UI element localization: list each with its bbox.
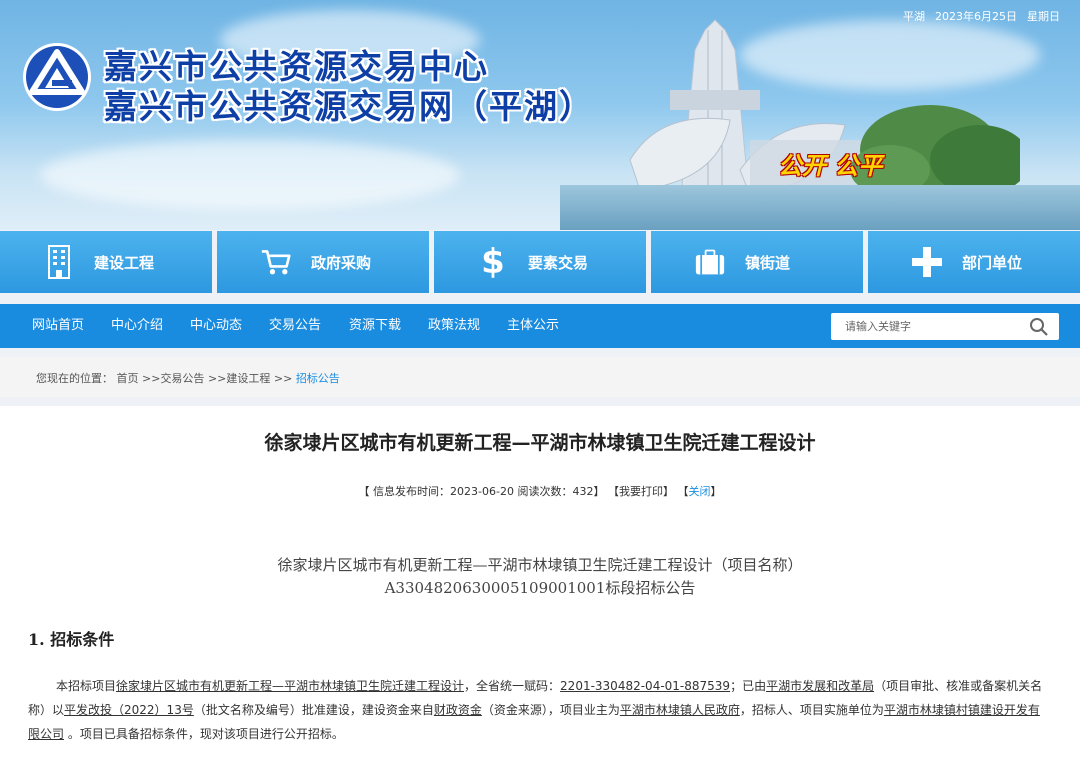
para-text: （批文名称及编号）批准建设，建设资金来自 [193,703,434,717]
approval-authority: 平湖市发展和改革局 [766,679,875,693]
search-box [831,313,1059,340]
breadcrumb-announcements[interactable]: 交易公告 [160,372,204,385]
para-text: ；已由 [730,679,767,693]
document-title-line1: 徐家埭片区城市有机更新工程—平湖市林埭镇卫生院迁建工程设计（项目名称） [277,556,803,574]
tile-towns[interactable]: 镇街道 [651,231,863,293]
project-name: 徐家埭片区城市有机更新工程—平湖市林埭镇卫生院迁建工程设计 [116,679,465,693]
tile-procurement[interactable]: 政府采购 [217,231,429,293]
close-bracket-open: 【 [677,485,689,498]
para-text: ，全省统一赋码： [464,679,561,693]
g-logo-icon [23,43,91,111]
nav-announcements[interactable]: 交易公告 [269,304,321,348]
tile-label: 部门单位 [962,253,1023,272]
para-text: 。项目已具备招标条件，现对该项目进行公开招标。 [64,727,344,741]
main-nav: 网站首页 中心介绍 中心动态 交易公告 资源下载 政策法规 主体公示 [0,304,1080,348]
document-title: 徐家埭片区城市有机更新工程—平湖市林埭镇卫生院迁建工程设计（项目名称） A330… [0,554,1080,600]
breadcrumb-construction[interactable]: 建设工程 [226,372,270,385]
search-input[interactable] [831,313,1025,340]
para-text: （资金来源），项目业主为 [481,703,620,717]
tile-label: 要素交易 [528,253,589,272]
banner-water [560,185,1080,230]
date-info: 平湖 2023年6月25日 星期日 [893,8,1060,24]
tile-label: 镇街道 [745,253,791,272]
breadcrumb: 您现在的位置： 首页 >>交易公告 >>建设工程 >> 招标公告 [0,357,1080,397]
close-button[interactable]: 关闭 [688,485,710,498]
breadcrumb-sep: >> [207,372,227,385]
nav-policies[interactable]: 政策法规 [428,304,480,348]
breadcrumb-home[interactable]: 首页 [117,372,139,385]
para-text: ，招标人、项目实施单位为 [739,703,884,717]
close-bracket-close: 】 [710,485,722,498]
breadcrumb-sep: >> [138,372,161,385]
document-title-line2: A3304820630005109001001标段招标公告 [384,579,696,597]
site-title-secondary: 嘉兴市公共资源交易网（平湖） [104,87,594,126]
project-code: 2201-330482-04-01-887539 [560,679,731,693]
building-icon [44,245,74,279]
article-content: 徐家埭片区城市有机更新工程—平湖市林埭镇卫生院迁建工程设计 【 信息发布时间：2… [0,406,1080,759]
plus-icon [912,245,942,279]
approval-document: 平发改投（2022）13号 [64,703,194,717]
tile-label: 政府采购 [311,253,372,272]
date-label: 2023年6月25日 [935,10,1017,23]
publish-time: 2023-06-20 [450,485,514,498]
view-count: 432 [572,485,594,498]
nav-downloads[interactable]: 资源下载 [349,304,401,348]
meta-open: 【 信息发布时间： [358,485,451,498]
funding-source: 财政资金 [433,703,482,717]
nav-about[interactable]: 中心介绍 [111,304,163,348]
tile-departments[interactable]: 部门单位 [868,231,1080,293]
breadcrumb-prefix: 您现在的位置： [36,372,113,385]
nav-entity-disclosure[interactable]: 主体公示 [507,304,559,348]
weekday-label: 星期日 [1027,10,1060,23]
briefcase-icon [695,245,725,279]
breadcrumb-sep: >> [273,372,293,385]
project-owner: 平湖市林埭镇人民政府 [619,703,740,717]
article-title: 徐家埭片区城市有机更新工程—平湖市林埭镇卫生院迁建工程设计 [264,432,816,454]
meta-close: 】 [593,485,605,498]
para-text: 本招标项目 [56,679,117,693]
nav-news[interactable]: 中心动态 [190,304,242,348]
nav-home[interactable]: 网站首页 [32,304,84,348]
section-heading: 1. 招标条件 [28,630,115,649]
article-meta: 【 信息发布时间：2023-06-20 阅读次数：432】 【我要打印】 【关闭… [0,483,1080,499]
cart-icon [261,245,291,279]
search-icon[interactable] [1029,317,1049,337]
tender-conditions-paragraph: 本招标项目徐家埭片区城市有机更新工程—平湖市林埭镇卫生院迁建工程设计，全省统一赋… [28,674,1048,746]
slogan: 公开 公平 [778,152,883,180]
region-label: 平湖 [903,10,925,23]
category-tiles: 建设工程 政府采购 $ 要素交易 镇街道 部门单位 [0,231,1080,293]
dollar-icon: $ [481,242,505,282]
breadcrumb-current[interactable]: 招标公告 [296,372,340,385]
tile-construction[interactable]: 建设工程 [0,231,212,293]
banner-cloud [40,140,460,210]
views-label: 阅读次数： [517,485,573,498]
tile-factor-trading[interactable]: $ 要素交易 [434,231,646,293]
tile-label: 建设工程 [94,253,155,272]
print-button[interactable]: 【我要打印】 [608,485,674,498]
header-banner: 平湖 2023年6月25日 星期日 嘉兴市公共资源交易中心 嘉兴市公共资源交易网（平… [0,0,1080,230]
